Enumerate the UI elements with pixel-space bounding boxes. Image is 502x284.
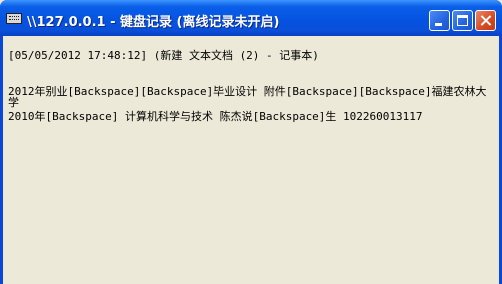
log-line: 2010年[Backspace] 计算机科学与技术 陈杰说[Backspace]… <box>8 110 423 123</box>
title-bar[interactable]: \\127.0.0.1 - 键盘记录 (离线记录未开启) <box>0 0 502 36</box>
close-button[interactable] <box>475 10 496 31</box>
maximize-icon <box>457 15 468 26</box>
close-icon <box>476 11 495 30</box>
maximize-button[interactable] <box>452 10 473 31</box>
keyboard-icon <box>6 13 22 24</box>
minimize-icon <box>435 23 442 26</box>
log-line: 2012年别业[Backspace][Backspace]毕业设计 附件[Bac… <box>8 85 487 98</box>
keylog-window: \\127.0.0.1 - 键盘记录 (离线记录未开启) [05/05/2012… <box>0 0 502 284</box>
window-title: \\127.0.0.1 - 键盘记录 (离线记录未开启) <box>27 15 280 30</box>
log-line-header: [05/05/2012 17:48:12] (新建 文本文档 (2) - 记事本… <box>8 49 319 62</box>
minimize-button[interactable] <box>429 10 450 31</box>
log-content-area[interactable]: [05/05/2012 17:48:12] (新建 文本文档 (2) - 记事本… <box>3 36 499 284</box>
log-line: 学 <box>8 96 19 109</box>
